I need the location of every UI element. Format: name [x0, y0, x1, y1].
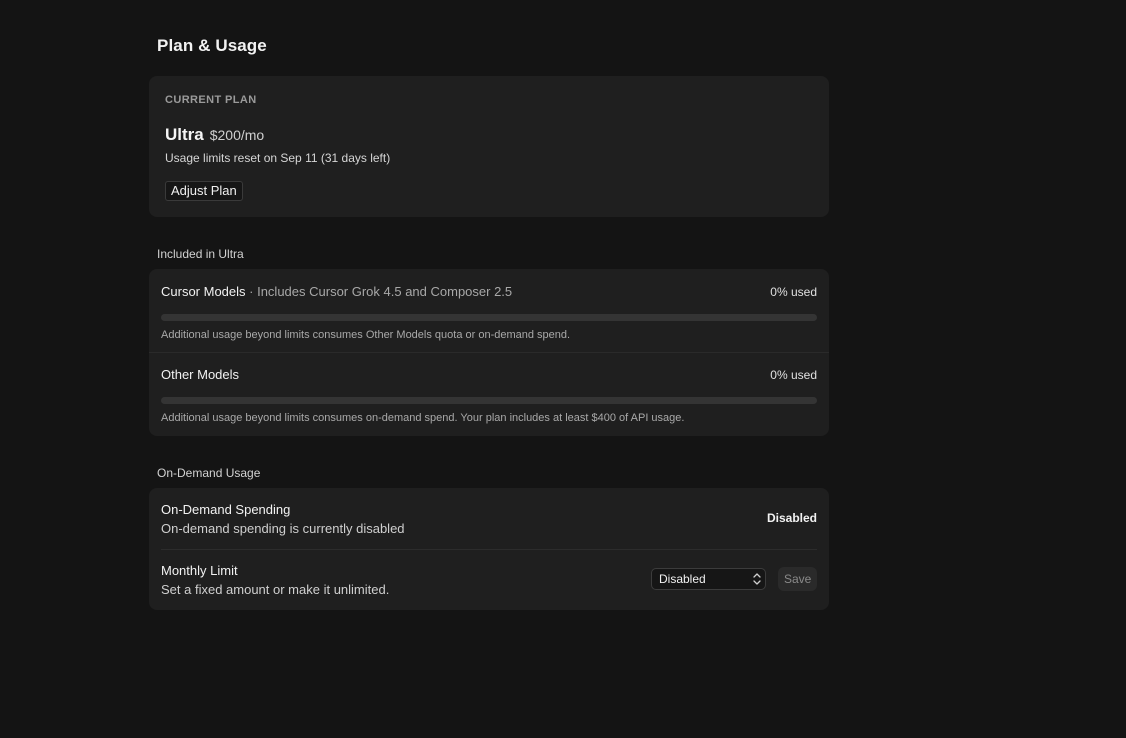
monthly-limit-row: Monthly Limit Set a fixed amount or make…	[161, 563, 817, 597]
on-demand-spending-title: On-Demand Spending	[161, 502, 291, 517]
usage-note: Additional usage beyond limits consumes …	[161, 412, 685, 424]
usage-progress-bar	[161, 314, 817, 321]
usage-title: Other Models	[161, 367, 240, 382]
save-button[interactable]: Save	[778, 567, 817, 591]
usage-reset-text: Usage limits reset on Sep 11 (31 days le…	[165, 151, 391, 165]
usage-title: Cursor Models	[161, 284, 246, 299]
monthly-limit-select[interactable]: Disabled	[651, 568, 766, 590]
current-plan-label: CURRENT PLAN	[165, 94, 257, 106]
usage-row-cursor-models: Cursor Models · Includes Cursor Grok 4.5…	[161, 283, 817, 341]
plan-name-row: Ultra $200/mo	[165, 125, 264, 145]
usage-percent: 0% used	[770, 285, 817, 299]
plan-price: $200/mo	[209, 127, 265, 143]
usage-subtitle: · Includes Cursor Grok 4.5 and Composer …	[245, 284, 513, 299]
included-section-label: Included in Ultra	[157, 247, 244, 261]
usage-percent: 0% used	[770, 368, 817, 382]
on-demand-card: On-Demand Spending On-demand spending is…	[149, 488, 829, 610]
usage-progress-bar	[161, 397, 817, 404]
on-demand-status-badge: Disabled	[766, 511, 817, 525]
on-demand-spending-row: On-Demand Spending On-demand spending is…	[161, 502, 817, 536]
page-title: Plan & Usage	[157, 36, 267, 55]
divider	[149, 352, 829, 353]
on-demand-spending-description: On-demand spending is currently disabled	[161, 521, 405, 536]
usage-row-other-models: Other Models 0% used Additional usage be…	[161, 366, 817, 424]
usage-note: Additional usage beyond limits consumes …	[161, 329, 571, 341]
divider	[161, 549, 817, 550]
monthly-limit-select-value: Disabled	[659, 572, 706, 586]
adjust-plan-button[interactable]: Adjust Plan	[165, 181, 243, 201]
included-usage-card: Cursor Models · Includes Cursor Grok 4.5…	[149, 269, 829, 436]
on-demand-section-label: On-Demand Usage	[157, 466, 261, 480]
current-plan-card: CURRENT PLAN Ultra $200/mo Usage limits …	[149, 76, 829, 217]
chevron-up-down-icon	[753, 573, 761, 585]
plan-name: Ultra	[165, 125, 204, 144]
